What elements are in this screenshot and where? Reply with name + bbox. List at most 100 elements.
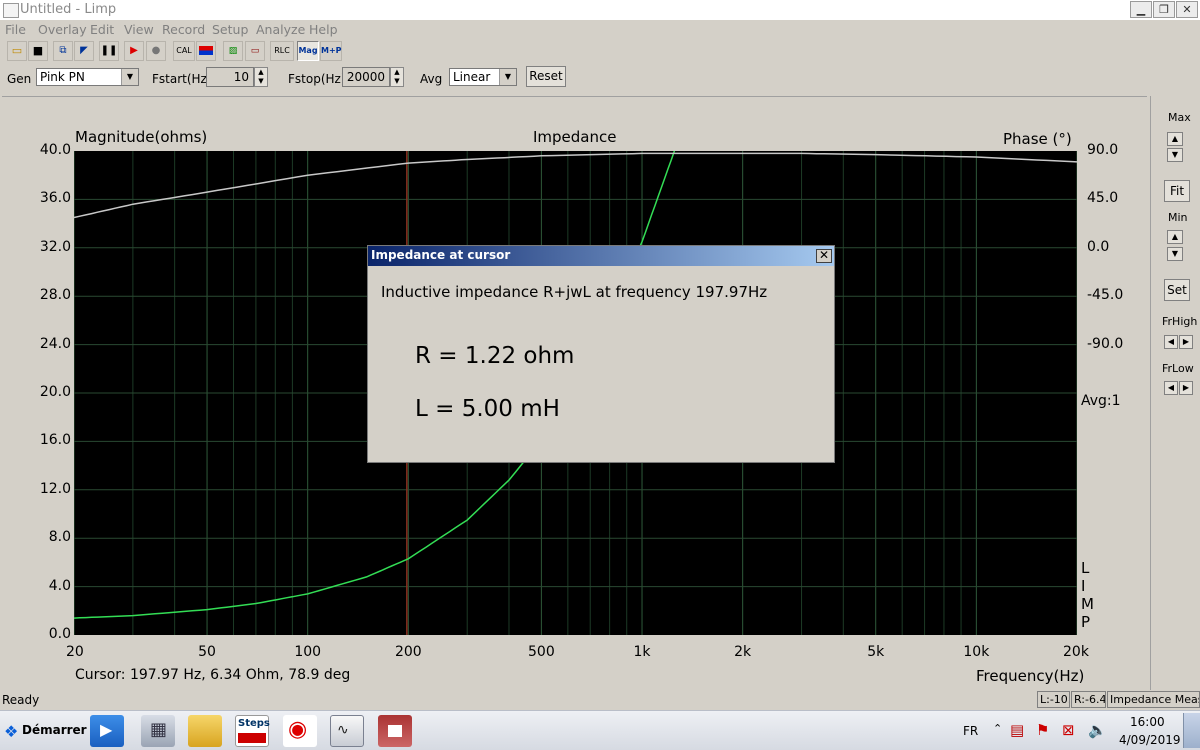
cal-button[interactable]: CAL	[173, 41, 195, 61]
menu-bar: File Overlay Edit View Record Setup Anal…	[0, 20, 1200, 39]
mag-button[interactable]: Mag	[297, 41, 319, 61]
fstop-spinner[interactable]: ▲ ▼	[390, 67, 404, 87]
inductance-value: L = 5.00 mH	[415, 396, 560, 422]
spectrum-button[interactable]: ▨	[223, 41, 243, 61]
open-button[interactable]: ▭	[7, 41, 27, 61]
menu-view[interactable]: View	[124, 22, 154, 37]
pause-button[interactable]: ❚❚	[99, 41, 119, 61]
fstart-input[interactable]: 10	[206, 67, 254, 87]
mp-button[interactable]: M+P	[320, 41, 342, 61]
vb-app-icon[interactable]	[378, 715, 412, 747]
menu-record[interactable]: Record	[162, 22, 205, 37]
close-icon[interactable]: ✕	[816, 249, 832, 263]
status-bar: Ready L:-10. R:-6.4 Impedance Meas	[0, 690, 1200, 709]
volume-icon[interactable]: 🔈	[1088, 721, 1107, 739]
dialog-title: Impedance at cursor	[371, 248, 511, 262]
menu-edit[interactable]: Edit	[90, 22, 114, 37]
chart-title: Impedance	[533, 128, 617, 146]
reset-button[interactable]: Reset	[526, 66, 566, 87]
frlow-label: FrLow	[1162, 362, 1194, 375]
color-button[interactable]	[196, 41, 216, 61]
floppy-icon: ■	[32, 44, 44, 57]
x-tick-label: 2k	[734, 644, 752, 660]
show-desktop-button[interactable]	[1183, 713, 1200, 748]
spectrum-icon: ▨	[228, 46, 238, 56]
close-button[interactable]: ✕	[1176, 1, 1198, 18]
steps-app-icon[interactable]: Steps	[235, 715, 270, 747]
y-tick-label: 0.0	[48, 626, 71, 642]
tray-app-icon[interactable]: ▤	[1010, 721, 1024, 739]
fstart-spinner[interactable]: ▲ ▼	[254, 67, 268, 87]
fit-button[interactable]: Fit	[1164, 180, 1190, 202]
explorer-folder-icon[interactable]	[188, 715, 222, 747]
status-r: R:-6.4	[1071, 691, 1106, 708]
limp-letter: L	[1081, 559, 1090, 577]
show-hidden-icons-icon[interactable]: ⌃	[993, 722, 1002, 735]
limp-letter: M	[1081, 595, 1094, 613]
y-tick-label: 12.0	[39, 480, 71, 497]
fstop-input[interactable]: 20000	[342, 67, 390, 87]
play-icon: ▶	[130, 45, 138, 56]
min-down-button[interactable]: ▼	[1167, 247, 1183, 261]
max-down-button[interactable]: ▼	[1167, 148, 1183, 162]
network-icon[interactable]: ⊠	[1062, 721, 1075, 739]
play-button[interactable]: ▶	[124, 41, 144, 61]
max-up-button[interactable]: ▲	[1167, 132, 1183, 146]
signal-button[interactable]: ▭	[245, 41, 265, 61]
windows-logo-icon: ❖	[4, 722, 19, 741]
copy-button[interactable]: ⧉	[53, 41, 73, 61]
color-bars-icon	[199, 46, 213, 55]
gen-select[interactable]: Pink PN ▼	[36, 68, 139, 86]
frhigh-right-button[interactable]: ▶	[1179, 335, 1193, 349]
frlow-left-button[interactable]: ◀	[1164, 381, 1178, 395]
status-ready: Ready	[2, 693, 40, 707]
copy-icon: ⧉	[59, 45, 67, 56]
folder-icon: ▭	[11, 44, 23, 57]
max-label: Max	[1168, 111, 1191, 124]
x-tick-label: 1k	[633, 644, 651, 660]
clock-time[interactable]: 16:00	[1130, 715, 1165, 729]
min-up-button[interactable]: ▲	[1167, 230, 1183, 244]
window-title: Untitled - Limp	[20, 2, 117, 17]
menu-help[interactable]: Help	[309, 22, 338, 37]
minimize-button[interactable]: ▁	[1130, 1, 1152, 18]
x-tick-label: 20k	[1063, 644, 1089, 660]
min-label: Min	[1168, 211, 1188, 224]
tray-flag-icon[interactable]: ⚑	[1036, 721, 1049, 739]
set-button[interactable]: Set	[1164, 279, 1190, 301]
frhigh-left-button[interactable]: ◀	[1164, 335, 1178, 349]
cd-app-icon[interactable]: ◉	[283, 715, 317, 747]
x-tick-label: 10k	[963, 644, 990, 660]
status-l: L:-10.	[1037, 691, 1070, 708]
resistance-value: R = 1.22 ohm	[415, 343, 575, 369]
avg-indicator: Avg:1	[1081, 393, 1121, 409]
flag-button[interactable]: ◤	[74, 41, 94, 61]
limp-letter: P	[1081, 613, 1091, 631]
x-tick-label: 200	[394, 644, 422, 660]
app-icon[interactable]	[3, 3, 19, 18]
rlc-button[interactable]: RLC	[270, 41, 294, 61]
limp-letter: I	[1081, 577, 1086, 595]
media-player-icon[interactable]: ▶	[90, 715, 124, 747]
limp-watermark: L I M P	[1081, 559, 1094, 631]
chevron-down-icon[interactable]: ▼	[121, 69, 138, 85]
limp-app-icon[interactable]: ∿	[330, 715, 364, 747]
calculator-icon[interactable]: ▦	[141, 715, 175, 747]
stop-button[interactable]: ●	[146, 41, 166, 61]
start-button[interactable]: ❖ Démarrer	[2, 715, 87, 746]
avg-select[interactable]: Linear ▼	[449, 68, 517, 86]
frlow-right-button[interactable]: ▶	[1179, 381, 1193, 395]
taskbar: ❖ Démarrer ▶ ▦ Steps ◉ ∿ FR ⌃ ▤ ⚑ ⊠ 🔈 16…	[0, 710, 1200, 750]
save-button[interactable]: ■	[28, 41, 48, 61]
dialog-title-bar[interactable]: Impedance at cursor ✕	[368, 246, 834, 266]
impedance-dialog: Impedance at cursor ✕ Inductive impedanc…	[367, 245, 835, 463]
chevron-down-icon[interactable]: ▼	[499, 69, 516, 85]
clock-date[interactable]: 4/09/2019	[1119, 733, 1181, 747]
menu-setup[interactable]: Setup	[212, 22, 248, 37]
language-indicator[interactable]: FR	[963, 724, 978, 738]
dialog-description: Inductive impedance R+jwL at frequency 1…	[381, 283, 768, 301]
menu-file[interactable]: File	[5, 22, 26, 37]
maximize-button[interactable]: ❐	[1153, 1, 1175, 18]
menu-analyze[interactable]: Analyze	[256, 22, 305, 37]
menu-overlay[interactable]: Overlay	[38, 22, 87, 37]
